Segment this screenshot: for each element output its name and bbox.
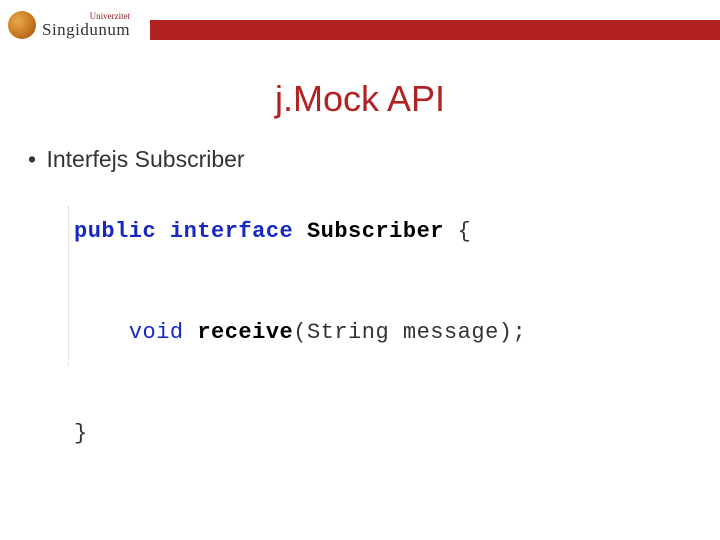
slide-title: j.Mock API	[0, 78, 720, 120]
keyword-public: public	[74, 219, 156, 244]
method-name: receive	[197, 320, 293, 345]
close-brace: }	[74, 421, 88, 446]
code-line-2: void receive(String message);	[74, 308, 720, 359]
logo-title: Singidunum	[42, 20, 130, 39]
university-logo: Univerzitet Singidunum	[0, 0, 150, 50]
code-gutter-line	[68, 206, 70, 366]
code-line-3: }	[74, 409, 720, 460]
code-snippet: public interface Subscriber { void recei…	[74, 207, 720, 460]
header-accent-bar	[150, 20, 720, 40]
logo-text: Univerzitet Singidunum	[42, 12, 130, 39]
logo-emblem-icon	[8, 11, 36, 39]
interface-name: Subscriber	[307, 219, 444, 244]
slide-header: Univerzitet Singidunum	[0, 0, 720, 50]
keyword-void: void	[129, 320, 184, 345]
bullet-point: Interfejs Subscriber	[28, 146, 720, 173]
keyword-interface: interface	[170, 219, 293, 244]
open-brace: {	[444, 219, 471, 244]
code-line-blank-2	[74, 359, 720, 410]
code-line-blank-1	[74, 258, 720, 309]
code-line-1: public interface Subscriber {	[74, 207, 720, 258]
method-params: (String message);	[293, 320, 526, 345]
